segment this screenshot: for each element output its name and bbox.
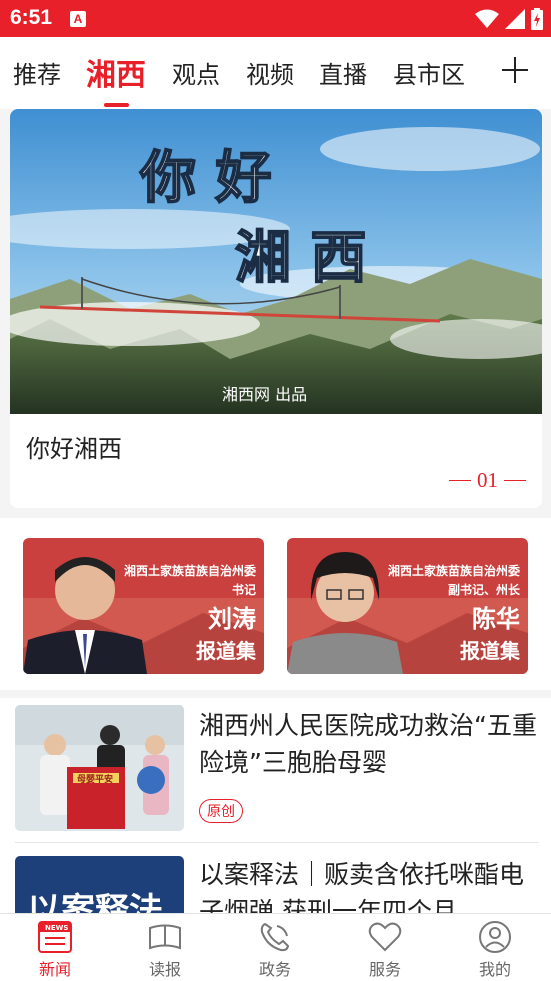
original-badge: 原创 bbox=[199, 799, 243, 823]
nav-label: 服务 bbox=[368, 960, 401, 979]
banner-title-line2: 湘 西 bbox=[235, 225, 367, 291]
news-title[interactable]: 以案释法｜贩卖含依托咪酯电子烟弹 获刑一年四个月 bbox=[199, 856, 539, 913]
news-thumbnail[interactable]: 母婴平安 bbox=[15, 705, 184, 831]
newspaper-icon bbox=[149, 924, 181, 950]
news-list: 母婴平安 湘西州人民医院成功救治“五重险境”三胞胎母婴 原创 以案释法 以案释法… bbox=[0, 698, 551, 913]
org-line: 湘西土家族苗族自治州委 bbox=[387, 564, 520, 578]
status-time: 6:51 bbox=[10, 6, 53, 29]
news-thumbnail[interactable]: 以案释法 bbox=[15, 856, 184, 913]
wifi-icon bbox=[475, 9, 499, 28]
org-title: 副书记、州长 bbox=[447, 583, 520, 597]
promo-person-name: 刘涛 bbox=[208, 604, 256, 633]
news-thumbnail-image: 以案释法 bbox=[15, 856, 184, 913]
tab-counties[interactable]: 县市区 bbox=[393, 55, 465, 90]
user-icon bbox=[479, 921, 511, 953]
banner-title-line1: 你 好 bbox=[139, 145, 272, 211]
nav-profile[interactable]: 我的 bbox=[440, 914, 550, 981]
banner-caption[interactable]: 你好湘西 bbox=[26, 429, 122, 464]
tab-xiangxi[interactable]: 湘西 bbox=[86, 50, 146, 94]
news-title[interactable]: 湘西州人民医院成功救治“五重险境”三胞胎母婴 bbox=[199, 707, 539, 781]
signal-icon bbox=[505, 9, 525, 29]
nav-label: 读报 bbox=[148, 960, 181, 979]
carousel-page-indicator: 01 bbox=[449, 468, 526, 493]
banner-carousel[interactable]: 你 好 湘 西 湘西网 出品 你好湘西 01 bbox=[10, 109, 542, 508]
page-indicator-line bbox=[449, 480, 471, 481]
section-divider bbox=[0, 690, 551, 698]
nav-label: 我的 bbox=[478, 960, 511, 979]
promo-person-name: 陈华 bbox=[472, 604, 520, 633]
tab-live[interactable]: 直播 bbox=[319, 55, 367, 90]
promo-card-chenhua[interactable]: 湘西土家族苗族自治州委副书记、州长 陈华 报道集 bbox=[287, 538, 528, 674]
nav-government[interactable]: 政务 bbox=[220, 914, 330, 981]
section-divider bbox=[0, 508, 551, 518]
news-thumbnail-banner-text: 母婴平安 bbox=[77, 773, 113, 785]
nav-newspaper[interactable]: 读报 bbox=[110, 914, 220, 981]
heart-icon bbox=[368, 922, 402, 952]
news-icon: NEWS bbox=[38, 921, 72, 953]
nav-news[interactable]: NEWS 新闻 bbox=[0, 914, 110, 981]
org-line: 湘西土家族苗族自治州委 bbox=[123, 564, 256, 578]
promo-collection-label: 报道集 bbox=[196, 639, 256, 663]
news-thumbnail-image: 母婴平安 bbox=[15, 705, 184, 831]
banner-credit: 湘西网 出品 bbox=[222, 385, 307, 404]
nav-label: 新闻 bbox=[38, 960, 71, 979]
promo-organization: 湘西土家族苗族自治州委书记 bbox=[124, 562, 256, 600]
page-indicator-line bbox=[504, 480, 526, 481]
channel-tabs: 推荐 湘西 观点 视频 直播 县市区 bbox=[0, 37, 551, 109]
tab-video[interactable]: 视频 bbox=[246, 55, 294, 90]
nav-label: 政务 bbox=[258, 960, 291, 979]
battery-icon bbox=[531, 8, 543, 30]
leader-coverage-strip: 湘西土家族苗族自治州委书记 刘涛 报道集 湘西土家族苗族自治州委副书记、州长 陈… bbox=[0, 518, 551, 690]
list-divider bbox=[15, 842, 539, 843]
status-indicators bbox=[475, 8, 543, 30]
news-thumbnail-text: 以案释法 bbox=[27, 891, 163, 913]
app-notification-icon: A bbox=[70, 11, 86, 27]
add-channel-icon[interactable] bbox=[500, 55, 530, 85]
svg-text:NEWS: NEWS bbox=[45, 924, 68, 932]
org-title: 书记 bbox=[231, 583, 256, 597]
promo-card-liutao[interactable]: 湘西土家族苗族自治州委书记 刘涛 报道集 bbox=[23, 538, 264, 674]
carousel-page-number: 01 bbox=[477, 468, 498, 492]
tab-opinion[interactable]: 观点 bbox=[172, 55, 220, 90]
promo-organization: 湘西土家族苗族自治州委副书记、州长 bbox=[388, 562, 520, 600]
promo-collection-label: 报道集 bbox=[460, 639, 520, 663]
tab-recommend[interactable]: 推荐 bbox=[13, 55, 61, 90]
active-tab-indicator bbox=[104, 103, 129, 107]
banner-image[interactable]: 你 好 湘 西 湘西网 出品 bbox=[10, 109, 542, 414]
status-bar: 6:51 A bbox=[0, 0, 551, 37]
government-icon bbox=[260, 922, 290, 952]
nav-services[interactable]: 服务 bbox=[330, 914, 440, 981]
bottom-navigation: NEWS 新闻 读报 政务 服务 我的 bbox=[0, 913, 551, 981]
